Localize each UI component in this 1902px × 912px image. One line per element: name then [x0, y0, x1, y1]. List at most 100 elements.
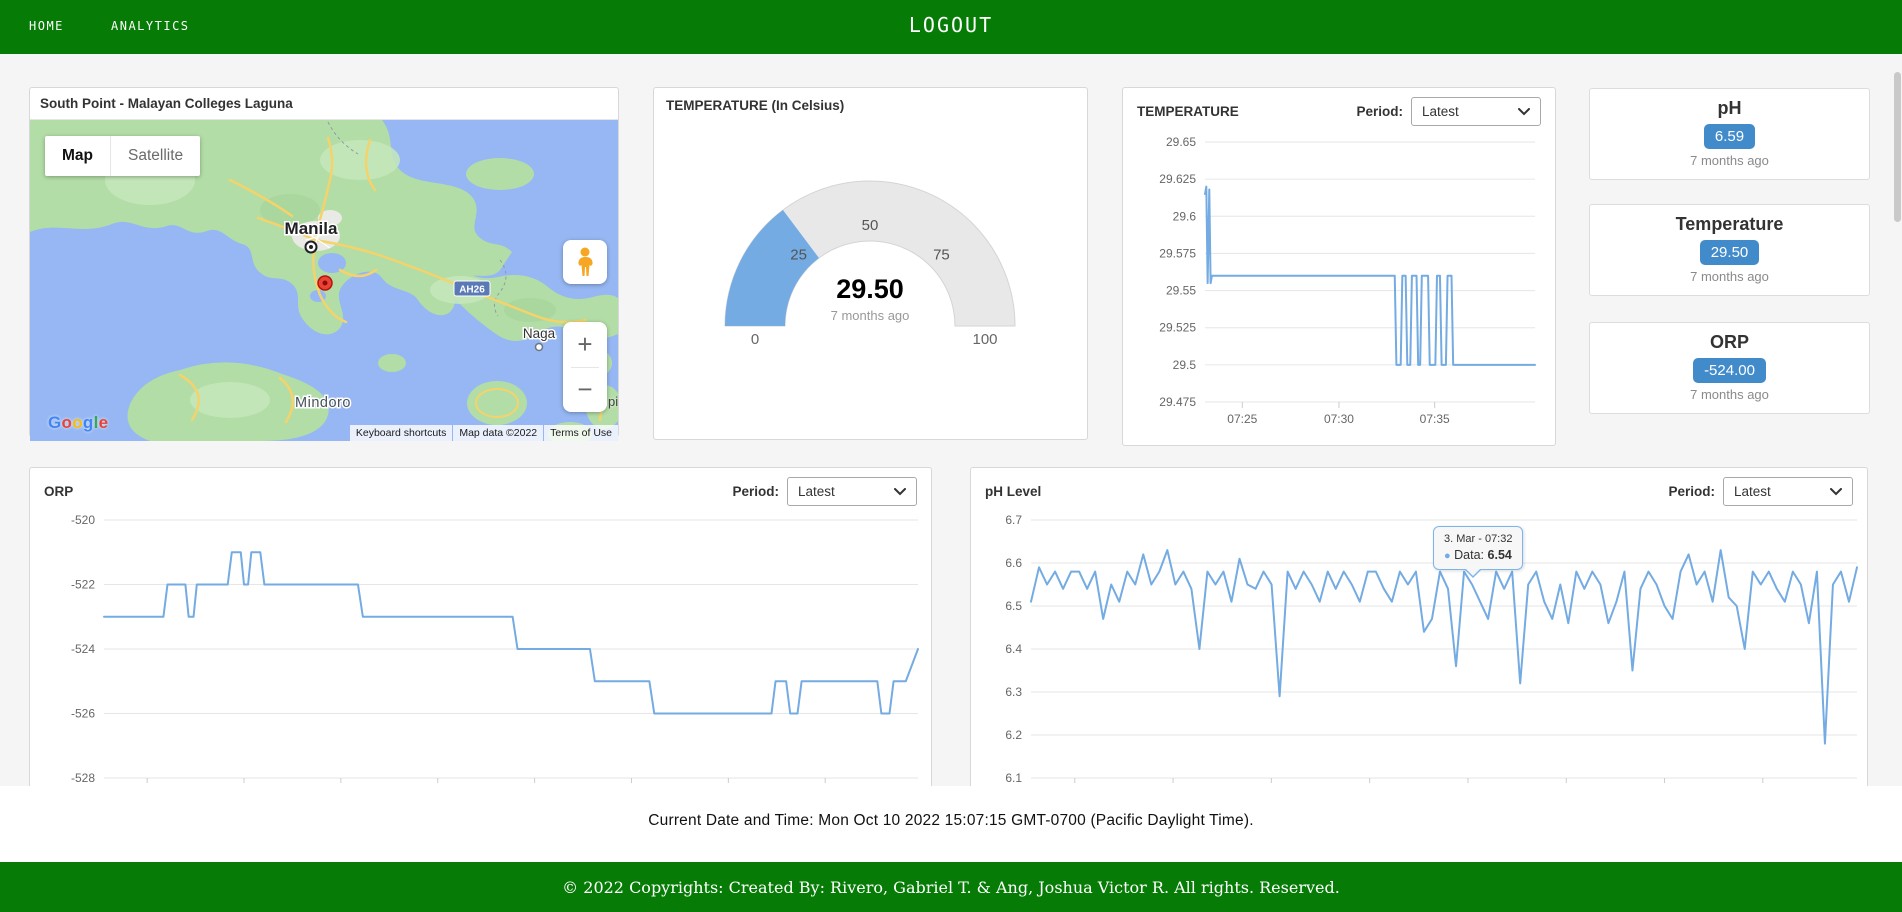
zoom-out-button[interactable]: −: [563, 368, 607, 413]
svg-text:07:35: 07:35: [1420, 412, 1450, 426]
ph-card-value: 6.59: [1703, 124, 1756, 149]
series-dot-icon: ●: [1444, 550, 1451, 562]
temp-period-select[interactable]: Latest: [1411, 97, 1541, 126]
map-marker[interactable]: [317, 275, 333, 291]
svg-text:25: 25: [790, 247, 807, 264]
gauge-title: TEMPERATURE (In Celsius): [666, 98, 845, 113]
svg-text:29.55: 29.55: [1166, 284, 1196, 298]
period-label: Period:: [1668, 484, 1715, 499]
tooltip-date: 3. Mar - 07:32: [1444, 533, 1513, 545]
svg-text:6.3: 6.3: [1005, 685, 1022, 699]
datetime-band: Current Date and Time: Mon Oct 10 2022 1…: [0, 786, 1902, 862]
logout-button[interactable]: LOGOUT: [0, 13, 1902, 37]
orp-card-ago: 7 months ago: [1690, 387, 1769, 402]
svg-text:50: 50: [862, 217, 879, 234]
map-title: South Point - Malayan Colleges Laguna: [40, 96, 293, 111]
tooltip-value: 6.54: [1487, 548, 1512, 562]
svg-text:6.5: 6.5: [1005, 599, 1022, 613]
svg-text:-526: -526: [71, 707, 95, 721]
orp-card-title: ORP: [1709, 332, 1749, 352]
svg-text:07:30: 07:30: [1324, 412, 1354, 426]
svg-text:-524: -524: [71, 642, 95, 656]
orp-period-value: Latest: [798, 484, 835, 499]
ph-card-title: pH: [1717, 98, 1742, 118]
svg-text:6.1: 6.1: [1005, 771, 1022, 785]
current-datetime-text: Current Date and Time: Mon Oct 10 2022 1…: [648, 812, 1254, 829]
svg-text:29.525: 29.525: [1159, 321, 1196, 335]
svg-text:75: 75: [933, 247, 950, 264]
svg-text:29.575: 29.575: [1159, 246, 1196, 260]
ph-card-ago: 7 months ago: [1690, 153, 1769, 168]
orp-chart-title: ORP: [44, 484, 74, 499]
manila-city-icon: [304, 240, 318, 254]
svg-text:7 months ago: 7 months ago: [831, 308, 910, 323]
temp-period-value: Latest: [1422, 104, 1459, 119]
svg-text:29.6: 29.6: [1173, 209, 1197, 223]
svg-text:AH26: AH26: [459, 285, 485, 296]
temperature-card-title: Temperature: [1675, 214, 1784, 234]
tooltip-value-row: ● Data: 6.54: [1444, 548, 1512, 562]
ph-card: pH 6.59 7 months ago: [1589, 88, 1870, 180]
google-logo[interactable]: Google: [48, 413, 108, 433]
svg-text:6.7: 6.7: [1005, 513, 1022, 527]
temperature-line-chart: 29.475 29.5 29.525 29.55 29.575 29.6 29.625 29.…: [1159, 135, 1536, 426]
map-label-manila: Manila: [285, 219, 338, 238]
svg-text:29.50: 29.50: [836, 274, 904, 304]
chevron-down-icon: [1830, 487, 1842, 495]
ph-line-chart: 6.1 6.2 6.3 6.4 6.5 6.6 6.7: [1005, 513, 1858, 785]
svg-text:-522: -522: [71, 578, 95, 592]
terms-of-use-link[interactable]: Terms of Use: [544, 425, 618, 441]
svg-text:07:25: 07:25: [1227, 412, 1257, 426]
satellite-button[interactable]: Satellite: [110, 136, 200, 176]
temperature-card-value: 29.50: [1699, 240, 1760, 265]
orp-period-select[interactable]: Latest: [787, 477, 917, 506]
pegman-icon: [578, 247, 593, 276]
temp-chart-title: TEMPERATURE: [1137, 104, 1239, 119]
chevron-down-icon: [894, 487, 906, 495]
period-label: Period:: [732, 484, 779, 499]
temperature-gauge: 0 25 50 75 100 29.50 7 months ago: [724, 180, 1016, 348]
orp-card: ORP -524.00 7 months ago: [1589, 322, 1870, 414]
naga-city-icon: [534, 342, 544, 352]
chevron-down-icon: [1518, 107, 1530, 115]
highway-badge-ah26: AH26: [453, 280, 491, 297]
ph-chart-title: pH Level: [985, 484, 1042, 499]
map-type-control: Map Satellite: [45, 136, 201, 176]
tooltip-label: Data:: [1454, 548, 1485, 562]
map-zoom-control: + −: [563, 322, 607, 412]
svg-text:0: 0: [751, 331, 759, 348]
map-label-mindoro: Mindoro: [295, 395, 351, 411]
temperature-card-ago: 7 months ago: [1690, 269, 1769, 284]
svg-text:29.625: 29.625: [1159, 172, 1196, 186]
map-panel-header: South Point - Malayan Colleges Laguna: [30, 88, 618, 120]
temperature-gauge-panel: TEMPERATURE (In Celsius) 0 25 50 75 100 29.50…: [653, 87, 1088, 440]
svg-text:29.475: 29.475: [1159, 395, 1196, 409]
ph-chart-panel: pH Level Period: Latest 6.1 6.2 6.3 6.4 6.5 6…: [970, 467, 1868, 812]
temperature-card: Temperature 29.50 7 months ago: [1589, 204, 1870, 296]
map-label-fragment: pi: [608, 394, 618, 409]
svg-text:-520: -520: [71, 513, 95, 527]
temperature-chart-panel: TEMPERATURE Period: Latest 29.475 29.5 29.…: [1122, 87, 1556, 446]
map-button[interactable]: Map: [45, 136, 110, 176]
orp-line-chart: -528 -526 -524 -522 -520: [71, 513, 919, 785]
keyboard-shortcuts-link[interactable]: Keyboard shortcuts: [349, 425, 453, 441]
page-footer: © 2022 Copyrights: Created By: Rivero, G…: [0, 862, 1902, 912]
period-label: Period:: [1356, 104, 1403, 119]
google-map[interactable]: AH26 Manila Naga Mindoro Map Satellite +…: [30, 120, 618, 441]
ph-period-select[interactable]: Latest: [1723, 477, 1853, 506]
svg-text:6.6: 6.6: [1005, 556, 1022, 570]
svg-text:-528: -528: [71, 771, 95, 785]
pegman-control[interactable]: [563, 240, 607, 284]
svg-text:6.2: 6.2: [1005, 728, 1022, 742]
ph-period-value: Latest: [1734, 484, 1771, 499]
dashboard-page: HOME ANALYTICS LOGOUT South Point - Mala…: [0, 0, 1902, 912]
svg-text:29.5: 29.5: [1173, 358, 1197, 372]
orp-card-value: -524.00: [1693, 358, 1766, 383]
svg-text:29.65: 29.65: [1166, 135, 1196, 149]
copyright-text: © 2022 Copyrights: Created By: Rivero, G…: [562, 877, 1340, 897]
page-scrollbar[interactable]: [1894, 72, 1901, 222]
navbar: HOME ANALYTICS LOGOUT: [0, 0, 1902, 54]
map-label-naga: Naga: [523, 326, 556, 341]
svg-text:6.4: 6.4: [1005, 642, 1022, 656]
zoom-in-button[interactable]: +: [563, 322, 607, 367]
